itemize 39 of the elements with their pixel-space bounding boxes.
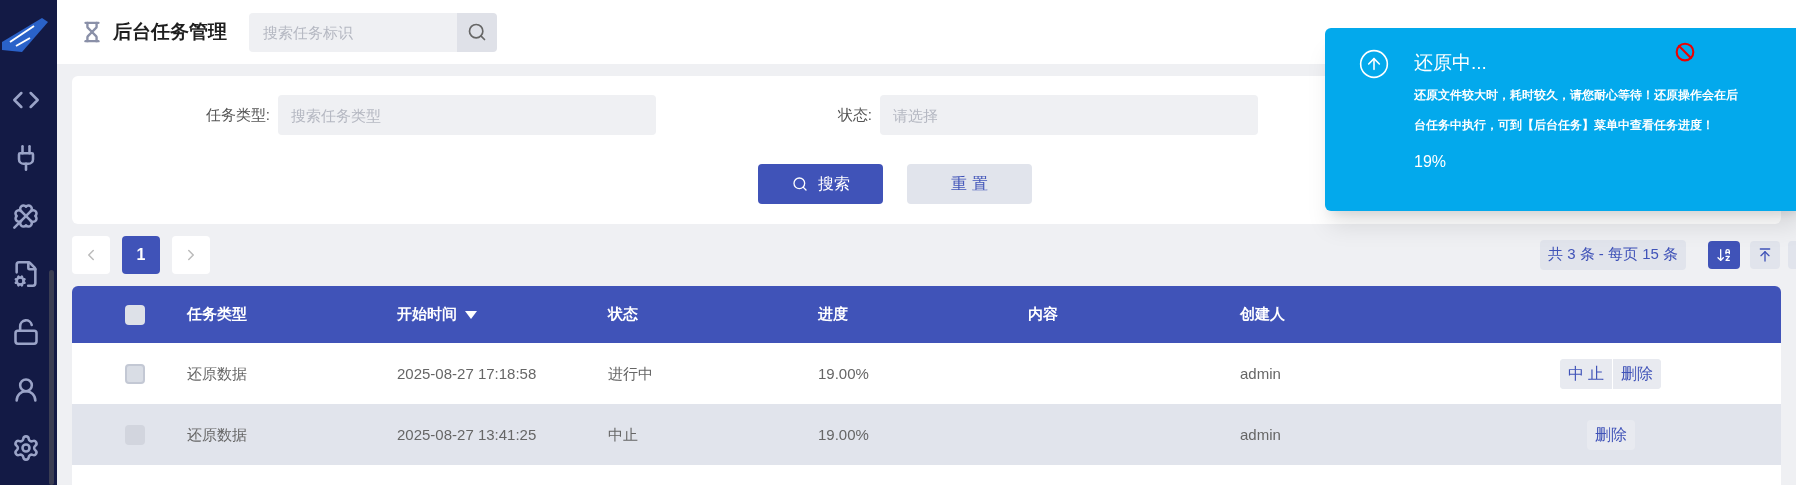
search-icon[interactable] xyxy=(457,12,497,52)
table-cell: admin xyxy=(1240,364,1281,382)
search-field[interactable]: 搜索任务标识 xyxy=(249,12,457,52)
table-cell: 19.00% xyxy=(818,364,869,382)
toast-title: 还原中... xyxy=(1414,51,1487,75)
table-cell: 2025-08-27 13:41:25 xyxy=(397,425,537,443)
export-icon[interactable] xyxy=(1750,240,1780,269)
table-cell: 还原数据 xyxy=(187,364,247,382)
clover-icon[interactable] xyxy=(11,202,40,230)
column-header[interactable]: 进度 xyxy=(818,303,848,326)
filter-label: 状态: xyxy=(836,104,872,125)
cancel-icon[interactable] xyxy=(1675,42,1695,62)
table-cell: admin xyxy=(1240,425,1281,443)
column-header[interactable]: 状态 xyxy=(608,303,638,326)
sort-descending-icon xyxy=(465,310,477,319)
table-cell: 进行中 xyxy=(608,364,653,382)
filter-label: 任务类型: xyxy=(204,104,270,125)
toast-message: 还原文件较大时，耗时较久，请您耐心等待！还原操作会在后台任务中执行，可到【后台任务】菜单中查看任务进度！ xyxy=(1414,88,1739,133)
table-cell: 19.00% xyxy=(818,425,869,443)
settings-icon[interactable] xyxy=(11,434,40,462)
column-header[interactable]: 开始时间 xyxy=(397,303,477,326)
search-icon xyxy=(791,176,808,192)
sort-icon[interactable] xyxy=(1708,240,1740,269)
table-cell: 中止 xyxy=(608,425,638,443)
page-button[interactable]: 1 xyxy=(122,235,160,274)
page-title: 后台任务管理 xyxy=(113,19,227,44)
table-cell: 2025-08-27 17:18:58 xyxy=(397,364,537,382)
record-summary: 共 3 条 - 每页 15 条 xyxy=(1539,239,1686,270)
row-checkbox[interactable] xyxy=(124,363,145,384)
column-header[interactable]: 创建人 xyxy=(1240,303,1285,326)
column-header[interactable]: 任务类型 xyxy=(187,303,247,326)
lock-icon[interactable] xyxy=(11,318,40,346)
reset-button[interactable]: 重 置 xyxy=(907,164,1032,204)
table-cell: 还原数据 xyxy=(187,425,247,443)
upload-icon xyxy=(1358,48,1390,80)
search-button[interactable]: 搜索 xyxy=(758,164,883,204)
select-all-checkbox[interactable] xyxy=(124,304,145,325)
row-action-button[interactable]: 删除 xyxy=(1612,358,1662,389)
column-header[interactable]: 内容 xyxy=(1028,303,1058,326)
